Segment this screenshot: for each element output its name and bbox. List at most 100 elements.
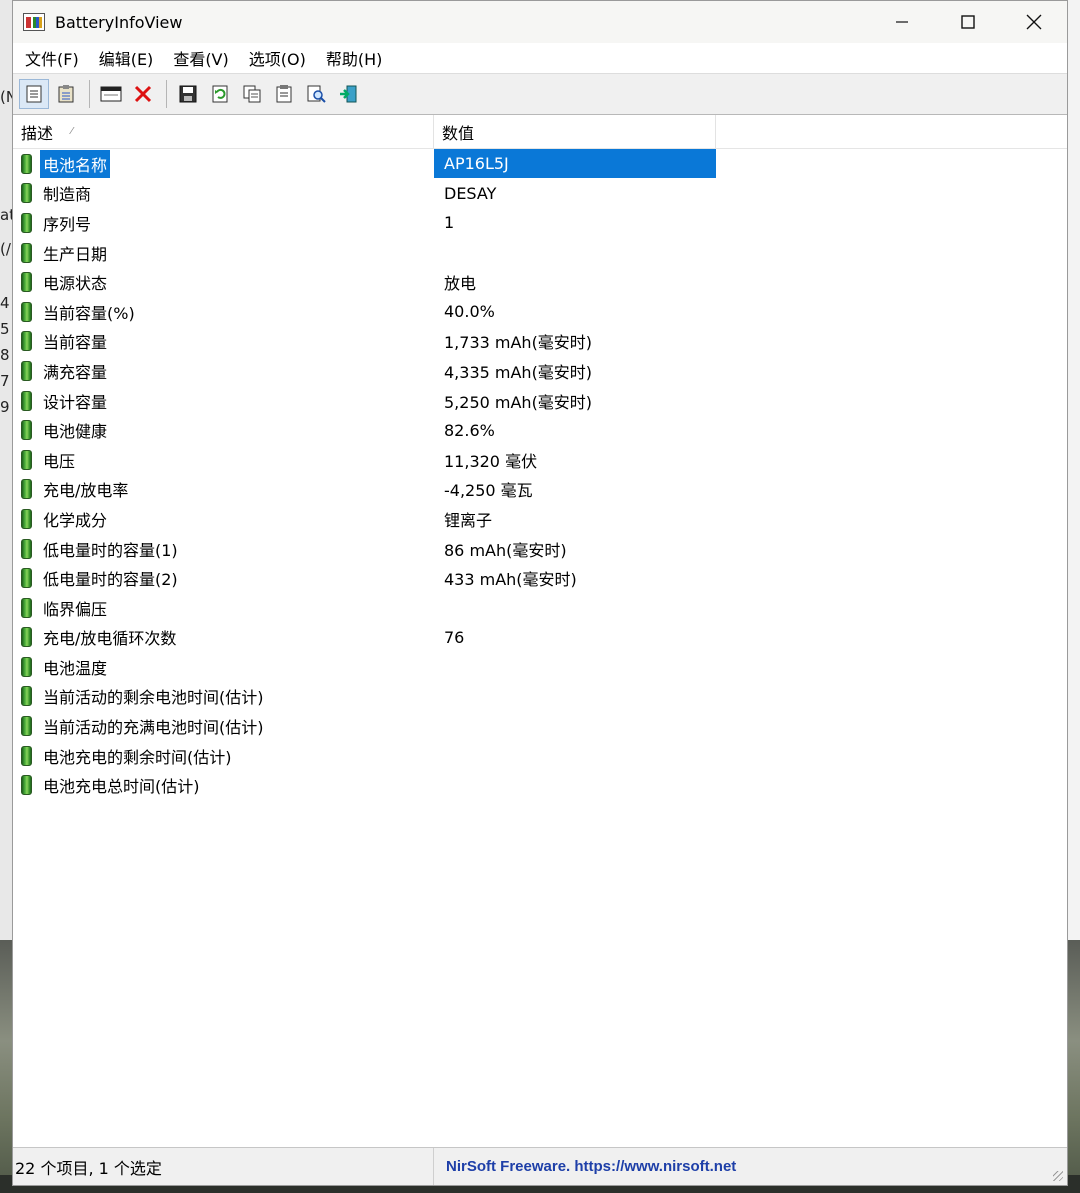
list-row[interactable]: 当前活动的充满电池时间(估计) [13, 711, 1067, 741]
menu-edit[interactable]: 编辑(E) [89, 46, 164, 70]
list-row[interactable]: 电池充电总时间(估计) [13, 770, 1067, 800]
close-button[interactable] [1001, 1, 1067, 43]
html-report-button[interactable] [269, 79, 299, 109]
row-label: 设计容量 [43, 392, 108, 412]
background-text: 8 [0, 346, 10, 364]
battery-icon [21, 449, 32, 470]
list-row[interactable]: 当前容量(%) 40.0% [13, 297, 1067, 327]
window-title: BatteryInfoView [55, 12, 183, 32]
row-label: 充电/放电循环次数 [43, 629, 177, 649]
row-label: 电池健康 [43, 422, 108, 442]
battery-info-mode-button[interactable] [19, 79, 49, 109]
row-label: 电池名称 [40, 149, 111, 178]
menu-view[interactable]: 查看(V) [163, 46, 238, 70]
list-row[interactable]: 制造商 DESAY [13, 179, 1067, 209]
list-row[interactable]: 生产日期 [13, 238, 1067, 268]
row-value: 5,250 mAh(毫安时) [444, 392, 593, 412]
properties-window-button[interactable] [96, 79, 126, 109]
battery-icon [21, 360, 32, 381]
column-header-description[interactable]: 描述 ⁄ [13, 115, 434, 148]
row-label: 电池温度 [43, 658, 108, 678]
copy-icon [243, 85, 261, 103]
row-label: 电池充电的剩余时间(估计) [43, 747, 232, 767]
battery-icon [21, 183, 32, 204]
menu-file[interactable]: 文件(F) [15, 46, 89, 70]
menu-options[interactable]: 选项(O) [239, 46, 316, 70]
maximize-button[interactable] [935, 1, 1001, 43]
delete-x-icon [134, 85, 152, 103]
list-row[interactable]: 充电/放电率 -4,250 毫瓦 [13, 475, 1067, 505]
battery-icon [21, 716, 32, 737]
list-row[interactable]: 临界偏压 [13, 593, 1067, 623]
list-row[interactable]: 当前活动的剩余电池时间(估计) [13, 682, 1067, 712]
list-row[interactable]: 电源状态 放电 [13, 267, 1067, 297]
battery-info-list[interactable]: 描述 ⁄ 数值 电池名称 AP16L5J 制造商 DESAY 序列号 1 生产日期 电… [13, 114, 1067, 1150]
row-value: 82.6% [444, 420, 495, 440]
row-label: 充电/放电率 [43, 481, 129, 501]
list-row[interactable]: 化学成分 锂离子 [13, 504, 1067, 534]
title-bar[interactable]: BatteryInfoView [13, 1, 1067, 43]
row-value: 1,733 mAh(毫安时) [444, 333, 593, 353]
list-row[interactable]: 电池温度 [13, 652, 1067, 682]
list-row[interactable]: 序列号 1 [13, 208, 1067, 238]
list-row[interactable]: 电池名称 AP16L5J [13, 149, 1067, 179]
list-row[interactable]: 低电量时的容量(1) 86 mAh(毫安时) [13, 534, 1067, 564]
status-bar: 22 个项目, 1 个选定 NirSoft Freeware. https://… [13, 1147, 1067, 1185]
battery-icon [21, 627, 32, 648]
minimize-button[interactable] [869, 1, 935, 43]
toolbar [13, 73, 1067, 115]
battery-icon [21, 656, 32, 677]
row-label: 当前活动的充满电池时间(估计) [43, 718, 264, 738]
battery-icon [21, 390, 32, 411]
battery-icon [21, 538, 32, 559]
list-row[interactable]: 当前容量 1,733 mAh(毫安时) [13, 327, 1067, 357]
toolbar-separator [166, 80, 167, 108]
list-row[interactable]: 电池充电的剩余时间(估计) [13, 741, 1067, 771]
list-row[interactable]: 充电/放电循环次数 76 [13, 623, 1067, 653]
background-text: (/ [0, 240, 11, 258]
battery-icon [21, 745, 32, 766]
refresh-button[interactable] [205, 79, 235, 109]
row-label: 电压 [43, 451, 76, 471]
exit-button[interactable] [333, 79, 363, 109]
window-icon [100, 86, 122, 102]
minimize-icon [896, 21, 908, 23]
column-header-value[interactable]: 数值 [434, 115, 716, 148]
maximize-icon [961, 15, 975, 29]
battery-icon [21, 331, 32, 352]
floppy-disk-icon [179, 85, 197, 103]
report-icon [276, 85, 292, 103]
background-text: 5 [0, 320, 10, 338]
row-value: 86 mAh(毫安时) [444, 540, 567, 560]
clipboard-list-icon [58, 85, 74, 103]
nirsoft-link[interactable]: NirSoft Freeware. https://www.nirsoft.ne… [434, 1158, 736, 1175]
save-button[interactable] [173, 79, 203, 109]
row-label: 满充容量 [43, 362, 108, 382]
battery-icon [21, 479, 32, 500]
list-row[interactable]: 电池健康 82.6% [13, 415, 1067, 445]
delete-button[interactable] [128, 79, 158, 109]
background-text: 4 [0, 294, 10, 312]
refresh-icon [212, 85, 228, 103]
document-list-icon [26, 85, 42, 103]
row-value: AP16L5J [434, 149, 716, 179]
list-row[interactable]: 电压 11,320 毫伏 [13, 445, 1067, 475]
battery-icon [21, 242, 32, 263]
row-label: 化学成分 [43, 510, 108, 530]
battery-log-mode-button[interactable] [51, 79, 81, 109]
list-row[interactable]: 低电量时的容量(2) 433 mAh(毫安时) [13, 563, 1067, 593]
exit-icon [340, 85, 357, 103]
app-icon [23, 13, 45, 31]
list-row[interactable]: 设计容量 5,250 mAh(毫安时) [13, 386, 1067, 416]
battery-info-window: BatteryInfoView 文件(F) 编辑(E) 查看(V) 选项(O) … [12, 0, 1068, 1186]
list-row[interactable]: 满充容量 4,335 mAh(毫安时) [13, 356, 1067, 386]
row-value: 1 [444, 213, 455, 233]
row-value: -4,250 毫瓦 [444, 481, 533, 501]
row-value: DESAY [444, 183, 497, 203]
menu-help[interactable]: 帮助(H) [316, 46, 393, 70]
battery-icon [21, 272, 32, 293]
resize-grip-icon[interactable] [1053, 1171, 1063, 1181]
find-button[interactable] [301, 79, 331, 109]
copy-button[interactable] [237, 79, 267, 109]
row-label: 制造商 [43, 185, 92, 205]
